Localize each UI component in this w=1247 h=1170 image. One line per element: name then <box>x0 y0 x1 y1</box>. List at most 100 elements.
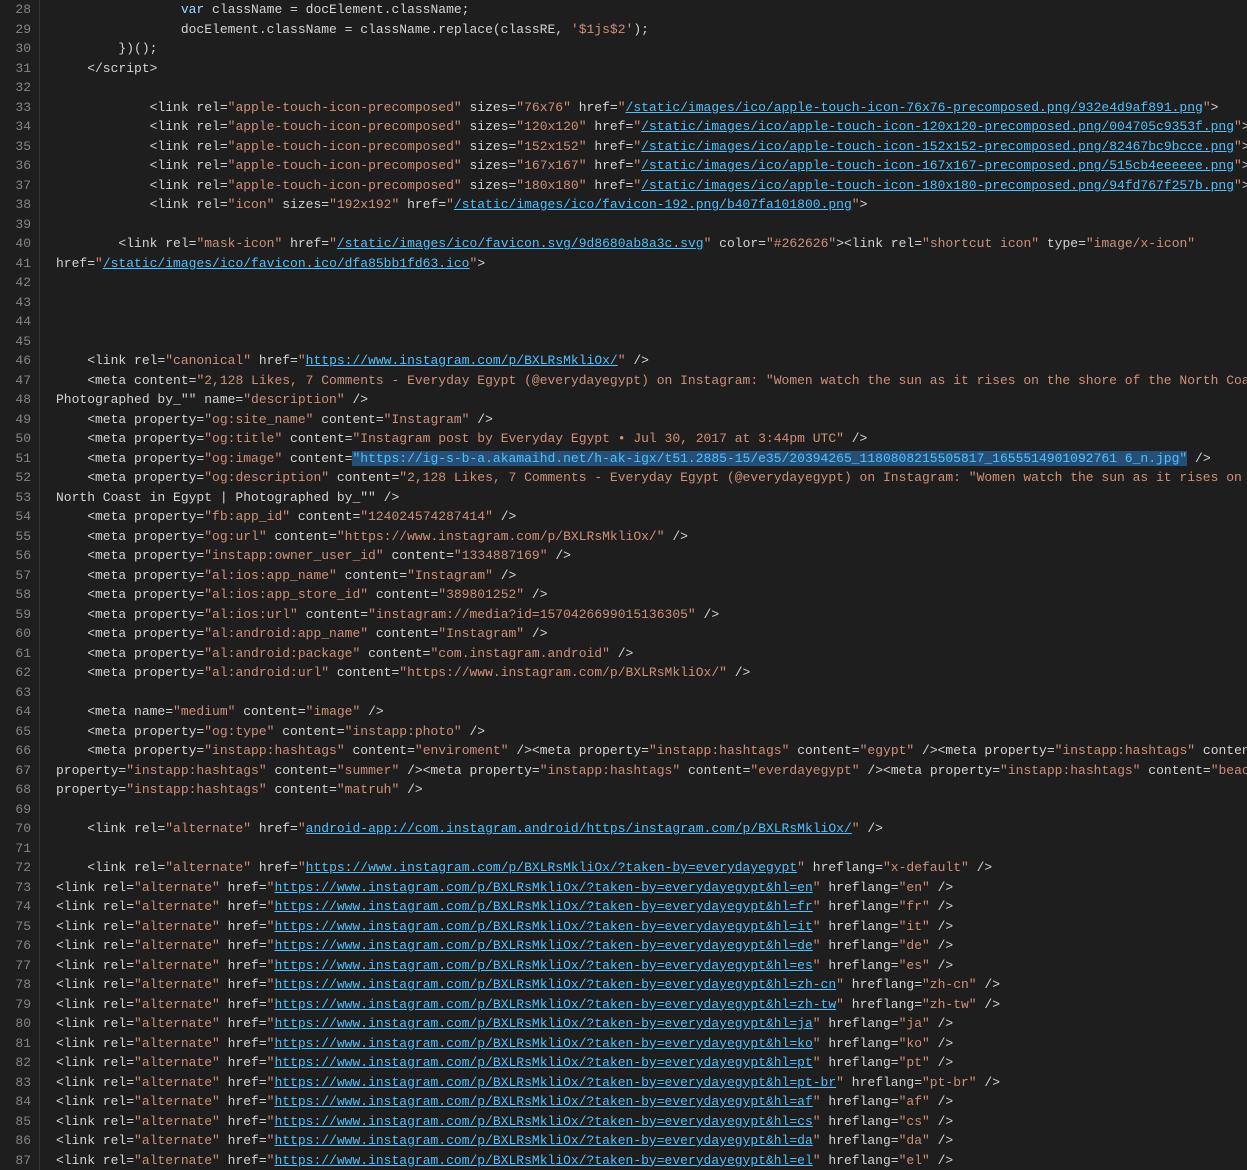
line-number: 66 <box>8 741 31 761</box>
code-line <box>56 78 1247 98</box>
line-number: 70 <box>8 819 31 839</box>
line-number: 62 <box>8 663 31 683</box>
line-number: 41 <box>8 254 31 274</box>
code-line <box>56 273 1247 293</box>
line-number: 58 <box>8 585 31 605</box>
line-number: 47 <box>8 371 31 391</box>
code-line: <link rel="alternate" href="https://www.… <box>56 897 1247 917</box>
line-number: 80 <box>8 1014 31 1034</box>
code-line: North Coast in Egypt | Photographed by_"… <box>56 488 1247 508</box>
code-line: <meta property="fb:app_id" content="1240… <box>56 507 1247 527</box>
code-line: <meta property="al:android:url" content=… <box>56 663 1247 683</box>
code-content[interactable]: var className = docElement.className; do… <box>40 0 1247 1170</box>
code-line: <meta property="og:url" content="https:/… <box>56 527 1247 547</box>
line-number: 44 <box>8 312 31 332</box>
code-line: <meta property="instapp:hashtags" conten… <box>56 741 1247 761</box>
code-line: href="/static/images/ico/favicon.ico/dfa… <box>56 254 1247 274</box>
line-number: 33 <box>8 98 31 118</box>
line-number: 67 <box>8 761 31 781</box>
line-number: 38 <box>8 195 31 215</box>
code-line <box>56 215 1247 235</box>
line-number: 61 <box>8 644 31 664</box>
line-number: 55 <box>8 527 31 547</box>
code-line: <meta property="al:ios:app_name" content… <box>56 566 1247 586</box>
line-number: 71 <box>8 839 31 859</box>
code-line: <meta property="og:title" content="Insta… <box>56 429 1247 449</box>
code-line: <meta property="og:type" content="instap… <box>56 722 1247 742</box>
code-line: property="instapp:hashtags" content="mat… <box>56 780 1247 800</box>
code-line <box>56 332 1247 352</box>
code-line <box>56 683 1247 703</box>
code-line: <meta property="al:ios:url" content="ins… <box>56 605 1247 625</box>
code-line: <link rel="alternate" href="https://www.… <box>56 975 1247 995</box>
line-number: 57 <box>8 566 31 586</box>
code-line: <meta property="og:image" content="https… <box>56 449 1247 469</box>
code-line: Photographed by_"" name="description" /> <box>56 390 1247 410</box>
line-number: 73 <box>8 878 31 898</box>
line-number: 78 <box>8 975 31 995</box>
line-number: 29 <box>8 20 31 40</box>
code-line: <link rel="alternate" href="https://www.… <box>56 858 1247 878</box>
code-line <box>56 312 1247 332</box>
code-line: <meta property="instapp:owner_user_id" c… <box>56 546 1247 566</box>
code-line: <link rel="alternate" href="android-app:… <box>56 819 1247 839</box>
code-line: <meta property="al:android:package" cont… <box>56 644 1247 664</box>
line-number: 76 <box>8 936 31 956</box>
line-number: 46 <box>8 351 31 371</box>
line-number: 85 <box>8 1112 31 1132</box>
code-line <box>56 293 1247 313</box>
line-number: 54 <box>8 507 31 527</box>
line-number: 43 <box>8 293 31 313</box>
line-number: 83 <box>8 1073 31 1093</box>
code-line <box>56 839 1247 859</box>
line-number: 30 <box>8 39 31 59</box>
line-number: 77 <box>8 956 31 976</box>
line-number: 84 <box>8 1092 31 1112</box>
code-line: <meta property="al:android:app_name" con… <box>56 624 1247 644</box>
code-line: <link rel="alternate" href="https://www.… <box>56 956 1247 976</box>
code-line: <link rel="alternate" href="https://www.… <box>56 995 1247 1015</box>
code-line: <link rel="alternate" href="https://www.… <box>56 1131 1247 1151</box>
line-number: 50 <box>8 429 31 449</box>
code-line: <link rel="apple-touch-icon-precomposed"… <box>56 117 1247 137</box>
code-line: <link rel="alternate" href="https://www.… <box>56 1053 1247 1073</box>
code-line: <meta property="og:site_name" content="I… <box>56 410 1247 430</box>
line-number: 72 <box>8 858 31 878</box>
line-number: 60 <box>8 624 31 644</box>
line-number: 65 <box>8 722 31 742</box>
line-number: 28 <box>8 0 31 20</box>
code-line: <link rel="alternate" href="https://www.… <box>56 1014 1247 1034</box>
code-line: <link rel="mask-icon" href="/static/imag… <box>56 234 1247 254</box>
code-line: <link rel="alternate" href="https://www.… <box>56 936 1247 956</box>
line-number: 68 <box>8 780 31 800</box>
line-number: 81 <box>8 1034 31 1054</box>
code-line: <meta name="medium" content="image" /> <box>56 702 1247 722</box>
line-number: 59 <box>8 605 31 625</box>
line-number: 37 <box>8 176 31 196</box>
line-number: 75 <box>8 917 31 937</box>
code-line: <meta property="al:ios:app_store_id" con… <box>56 585 1247 605</box>
line-number: 40 <box>8 234 31 254</box>
line-number: 39 <box>8 215 31 235</box>
code-line: <link rel="alternate" href="https://www.… <box>56 917 1247 937</box>
line-number: 63 <box>8 683 31 703</box>
code-line: <link rel="alternate" href="https://www.… <box>56 1112 1247 1132</box>
line-number: 42 <box>8 273 31 293</box>
line-number: 52 <box>8 468 31 488</box>
line-number: 87 <box>8 1151 31 1170</box>
line-number: 48 <box>8 390 31 410</box>
line-number: 34 <box>8 117 31 137</box>
line-number: 51 <box>8 449 31 469</box>
line-number: 49 <box>8 410 31 430</box>
code-line: <link rel="apple-touch-icon-precomposed"… <box>56 98 1247 118</box>
code-line: property="instapp:hashtags" content="sum… <box>56 761 1247 781</box>
line-number: 45 <box>8 332 31 352</box>
line-number: 56 <box>8 546 31 566</box>
line-number: 79 <box>8 995 31 1015</box>
line-number: 36 <box>8 156 31 176</box>
line-number: 86 <box>8 1131 31 1151</box>
line-number: 31 <box>8 59 31 79</box>
line-number: 64 <box>8 702 31 722</box>
code-line: <link rel="alternate" href="https://www.… <box>56 878 1247 898</box>
code-line: <link rel="alternate" href="https://www.… <box>56 1151 1247 1170</box>
